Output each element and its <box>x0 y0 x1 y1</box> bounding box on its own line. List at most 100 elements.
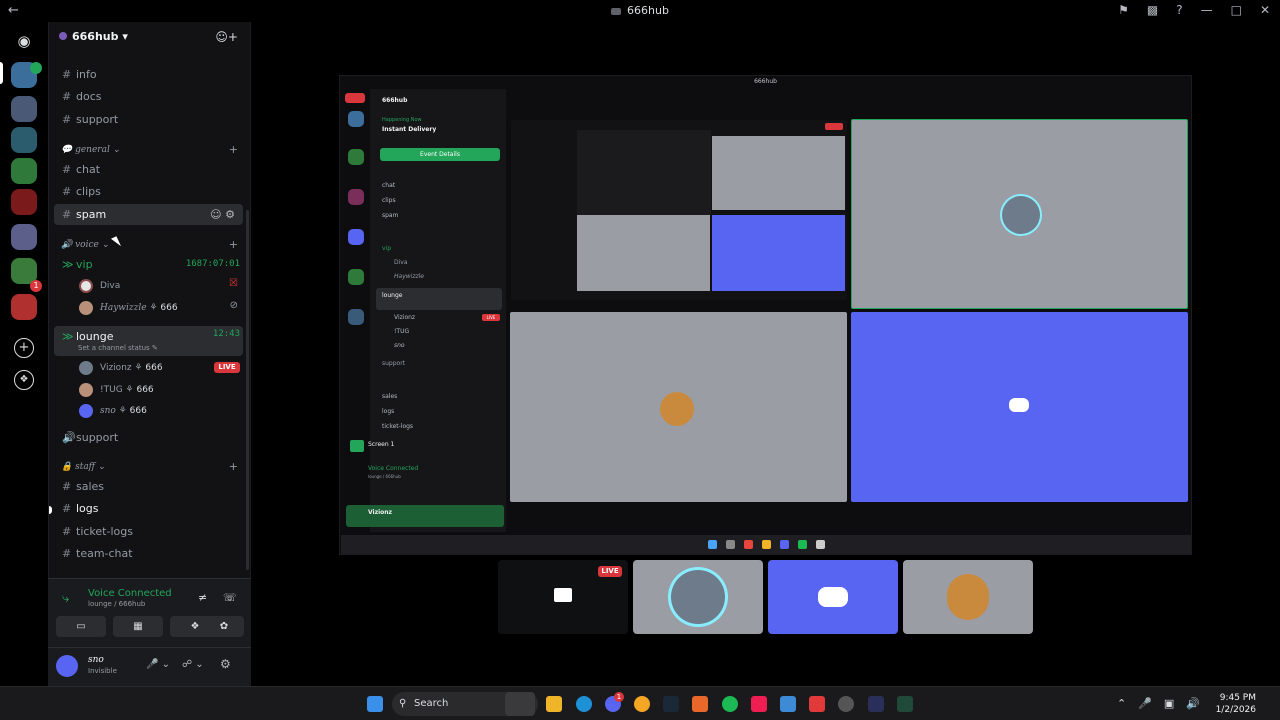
spotify-icon[interactable] <box>722 696 738 712</box>
inner-user: Haywizzle <box>394 273 424 280</box>
soundboard-button[interactable]: ✿ <box>204 616 244 637</box>
inner-event-button: Event Details <box>380 148 500 161</box>
channel-support[interactable]: # support <box>62 113 118 126</box>
settings-icon[interactable]: ⚙ <box>220 657 231 671</box>
voice-channel-label: vip <box>76 258 93 271</box>
inner-channel: sales <box>382 393 398 400</box>
windows-taskbar: ⚲ Search 1 ⌃ 🎤 ▣ 🔊 9:45 PM 1/2/2026 <box>0 686 1280 720</box>
disconnect-icon[interactable]: ☏ <box>223 591 237 604</box>
category-staff[interactable]: 🔒 staff ⌄ <box>61 462 105 472</box>
server-icon-5[interactable] <box>11 189 37 215</box>
tiktok-icon[interactable] <box>751 696 767 712</box>
add-staff-channel-icon[interactable]: + <box>229 460 238 473</box>
server-dot-icon <box>59 32 67 40</box>
app-icon[interactable] <box>868 696 884 712</box>
add-voice-channel-icon[interactable]: + <box>229 238 238 251</box>
channel-logs[interactable]: # logs <box>62 502 99 515</box>
maximize-icon[interactable]: □ <box>1231 3 1242 17</box>
app-icon[interactable] <box>634 696 650 712</box>
app-icon[interactable] <box>838 696 854 712</box>
inner-user: sno <box>394 342 405 349</box>
add-channel-icon[interactable]: + <box>229 143 238 156</box>
my-username[interactable]: sno <box>88 655 104 665</box>
invite-icon[interactable]: ☺+ <box>215 30 238 44</box>
chevron-up-icon[interactable]: ⌃ <box>1117 697 1126 710</box>
app-icon[interactable] <box>692 696 708 712</box>
my-avatar[interactable] <box>56 655 78 677</box>
add-server-icon[interactable]: + <box>14 338 34 358</box>
widget-icon[interactable] <box>505 692 535 716</box>
thumb-screen-share[interactable]: LIVE <box>498 560 628 634</box>
server-icon-8[interactable] <box>11 294 37 320</box>
server-name[interactable]: 666hub ▾ <box>59 30 128 43</box>
participant-tile-3[interactable] <box>851 312 1188 502</box>
voice-user[interactable]: Vizionz ⚘ 666 <box>79 361 163 375</box>
start-icon[interactable] <box>367 696 383 712</box>
server-icon-6[interactable] <box>11 224 37 250</box>
voice-user[interactable]: Diva <box>79 279 120 293</box>
server-name-text: 666hub <box>72 30 119 43</box>
channel-label: logs <box>76 502 99 515</box>
steam-icon[interactable] <box>663 696 679 712</box>
voice-user[interactable]: Haywizzle ⚘ 666 <box>79 301 178 315</box>
channel-status-hint[interactable]: Set a channel status ✎ <box>78 344 158 352</box>
inbox-icon[interactable]: ▩ <box>1147 3 1158 17</box>
channel-chat[interactable]: # chat <box>62 163 100 176</box>
thumb-participant-1[interactable] <box>633 560 763 634</box>
discord-home-icon[interactable]: ◉ <box>10 28 38 54</box>
server-icon-3[interactable] <box>11 127 37 153</box>
clock[interactable]: 9:45 PM 1/2/2026 <box>1216 692 1256 716</box>
discover-icon[interactable]: ❖ <box>14 370 34 390</box>
sidebar-scrollbar[interactable] <box>246 210 249 570</box>
thumb-participant-2[interactable] <box>768 560 898 634</box>
mic-tray-icon[interactable]: 🎤 <box>1138 697 1152 710</box>
server-badge <box>30 62 42 74</box>
voice-channel-vip[interactable]: ≫ vip <box>62 258 93 271</box>
camera-off-button[interactable]: ▭ <box>56 616 106 637</box>
channel-settings-icon[interactable]: ☺ ⚙ <box>210 208 235 221</box>
inner-screen-icon <box>350 440 364 452</box>
channel-info[interactable]: # info <box>62 68 97 81</box>
signal-icon[interactable]: ⤷ <box>62 591 69 606</box>
help-icon[interactable]: ? <box>1176 3 1182 17</box>
voice-user[interactable]: sno ⚘ 666 <box>79 404 147 418</box>
channel-spam[interactable]: # spam ☺ ⚙ <box>54 204 243 225</box>
headphones-icon[interactable]: ☍ ⌄ <box>182 659 204 670</box>
participant-tile-1[interactable] <box>851 119 1188 309</box>
channel-clips[interactable]: # clips <box>62 185 101 198</box>
app-icon[interactable] <box>780 696 796 712</box>
app-icon[interactable] <box>809 696 825 712</box>
server-icon-4[interactable] <box>11 158 37 184</box>
file-explorer-icon[interactable] <box>546 696 562 712</box>
voice-user[interactable]: !TUG ⚘ 666 <box>79 383 154 397</box>
noise-suppression-icon[interactable]: ≠ <box>198 591 207 604</box>
channel-team-chat[interactable]: # team-chat <box>62 547 133 560</box>
voice-status[interactable]: Voice Connected <box>88 588 172 599</box>
category-general[interactable]: 💬 general ⌄ <box>61 145 120 155</box>
server-icon-2[interactable] <box>11 96 37 122</box>
display-icon[interactable]: ▣ <box>1164 697 1174 710</box>
channel-docs[interactable]: # docs <box>62 90 102 103</box>
mic-icon[interactable]: 🎤 ⌄ <box>146 659 170 670</box>
participant-tile-2[interactable] <box>510 312 847 502</box>
shared-screen[interactable]: 666hub 666hub Happening Now Instant Deli… <box>339 75 1192 555</box>
inner-channel: support <box>382 360 406 367</box>
voice-channel-support[interactable]: 🔊support <box>62 431 118 444</box>
category-voice[interactable]: 🔊 voice ⌄ <box>61 240 109 250</box>
inner-channel: clips <box>382 197 396 204</box>
edge-icon[interactable] <box>576 696 592 712</box>
discord-taskbar-badge: 1 <box>614 692 624 702</box>
screen-share-button[interactable]: ▦ <box>113 616 163 637</box>
thumb-participant-3[interactable] <box>903 560 1033 634</box>
inner-channel: vip <box>382 245 392 252</box>
channel-sales[interactable]: # sales <box>62 480 104 493</box>
close-icon[interactable]: ✕ <box>1260 3 1270 17</box>
flag-icon[interactable]: ⚑ <box>1118 3 1129 17</box>
user-name: Vizionz <box>100 363 132 373</box>
volume-icon[interactable]: 🔊 <box>1186 697 1200 710</box>
category-label: staff <box>75 462 96 472</box>
minimize-icon[interactable]: — <box>1201 3 1213 17</box>
user-tag: 666 <box>136 385 154 395</box>
terminal-icon[interactable] <box>897 696 913 712</box>
channel-ticket-logs[interactable]: # ticket-logs <box>62 525 133 538</box>
